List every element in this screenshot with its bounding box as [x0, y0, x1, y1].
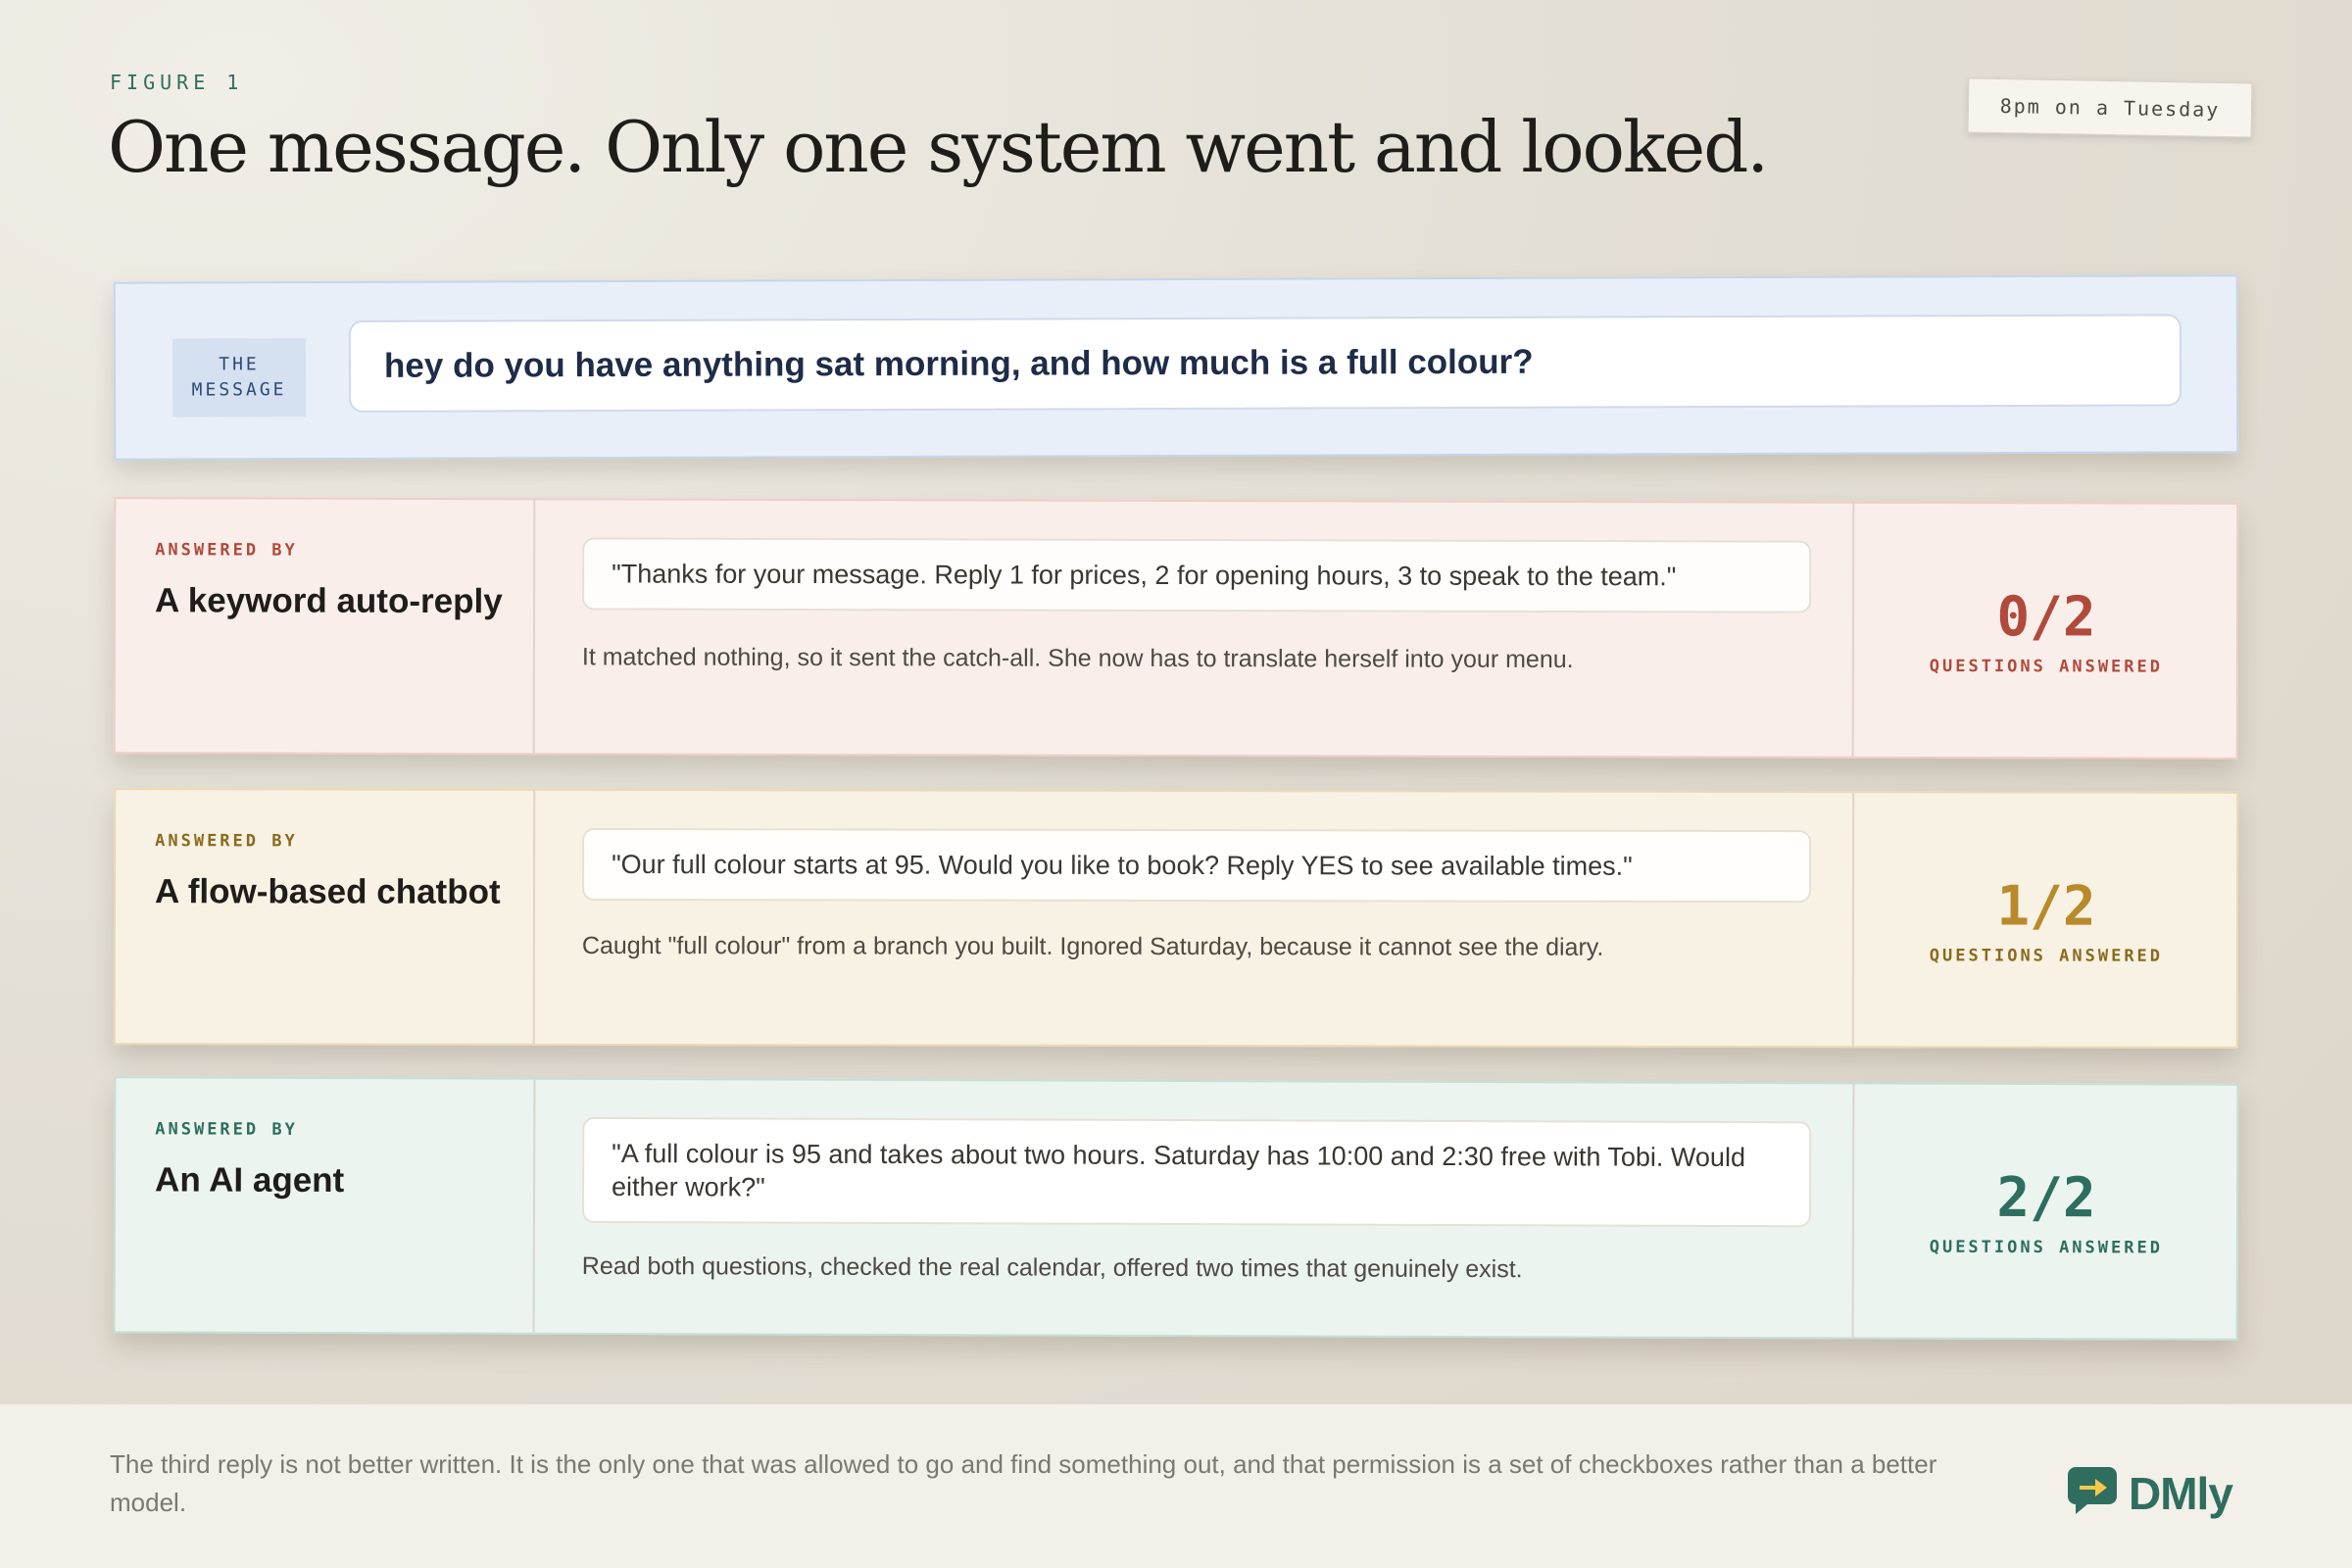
reply-bubble: "Our full colour starts at 95. Would you…: [582, 827, 1812, 904]
row-system-column: ANSWERED BY An AI agent: [115, 1078, 536, 1333]
row-system-column: ANSWERED BY A keyword auto-reply: [115, 499, 536, 754]
row-score-column: 0/2 QUESTIONS ANSWERED: [1854, 504, 2239, 758]
brand-logo[interactable]: DMly: [2066, 1465, 2233, 1521]
row-score-column: 2/2 QUESTIONS ANSWERED: [1854, 1084, 2239, 1338]
reply-caption: It matched nothing, so it sent the catch…: [581, 643, 1574, 674]
reply-bubble: "Thanks for your message. Reply 1 for pr…: [582, 537, 1812, 613]
message-badge-line1: THE: [219, 354, 260, 375]
answered-by-label: ANSWERED BY: [155, 1119, 298, 1140]
reply-bubble: "A full colour is 95 and takes about two…: [581, 1116, 1812, 1228]
system-name: An AI agent: [155, 1160, 345, 1200]
time-tag: 8pm on a Tuesday: [1967, 77, 2253, 138]
message-bubble: hey do you have anything sat morning, an…: [348, 314, 2182, 413]
message-card: THE MESSAGE hey do you have anything sat…: [113, 274, 2239, 461]
score-label: QUESTIONS ANSWERED: [1929, 1237, 2164, 1258]
system-name: A keyword auto-reply: [155, 581, 503, 621]
row-reply-column: "A full colour is 95 and takes about two…: [536, 1079, 1855, 1338]
score-value: 2/2: [1996, 1165, 2096, 1230]
chat-arrow-icon: [2066, 1465, 2123, 1521]
system-name: A flow-based chatbot: [155, 872, 501, 911]
row-score-column: 1/2 QUESTIONS ANSWERED: [1854, 793, 2238, 1047]
footer-note: The third reply is not better written. I…: [110, 1449, 1937, 1517]
row-flow-based-chatbot: ANSWERED BY A flow-based chatbot "Our fu…: [113, 788, 2239, 1049]
page-title: One message. Only one system went and lo…: [108, 106, 1769, 188]
answered-by-label: ANSWERED BY: [155, 831, 298, 852]
reply-caption: Read both questions, checked the real ca…: [581, 1251, 1523, 1284]
score-value: 1/2: [1996, 873, 2096, 939]
row-reply-column: "Thanks for your message. Reply 1 for pr…: [536, 500, 1855, 757]
score-label: QUESTIONS ANSWERED: [1929, 656, 2164, 677]
figure-label: FIGURE 1: [110, 71, 244, 94]
footer: The third reply is not better written. I…: [0, 1403, 2352, 1568]
message-badge-line2: MESSAGE: [191, 379, 287, 401]
brand-logo-text: DMly: [2129, 1467, 2233, 1519]
answered-by-label: ANSWERED BY: [155, 540, 298, 561]
message-badge: THE MESSAGE: [172, 338, 307, 417]
row-reply-column: "Our full colour starts at 95. Would you…: [536, 790, 1855, 1047]
row-keyword-auto-reply: ANSWERED BY A keyword auto-reply "Thanks…: [113, 497, 2239, 760]
reply-caption: Caught "full colour" from a branch you b…: [581, 931, 1604, 961]
row-system-column: ANSWERED BY A flow-based chatbot: [115, 790, 536, 1044]
score-value: 0/2: [1996, 584, 2096, 649]
score-label: QUESTIONS ANSWERED: [1929, 945, 2164, 966]
row-ai-agent: ANSWERED BY An AI agent "A full colour i…: [113, 1076, 2239, 1341]
